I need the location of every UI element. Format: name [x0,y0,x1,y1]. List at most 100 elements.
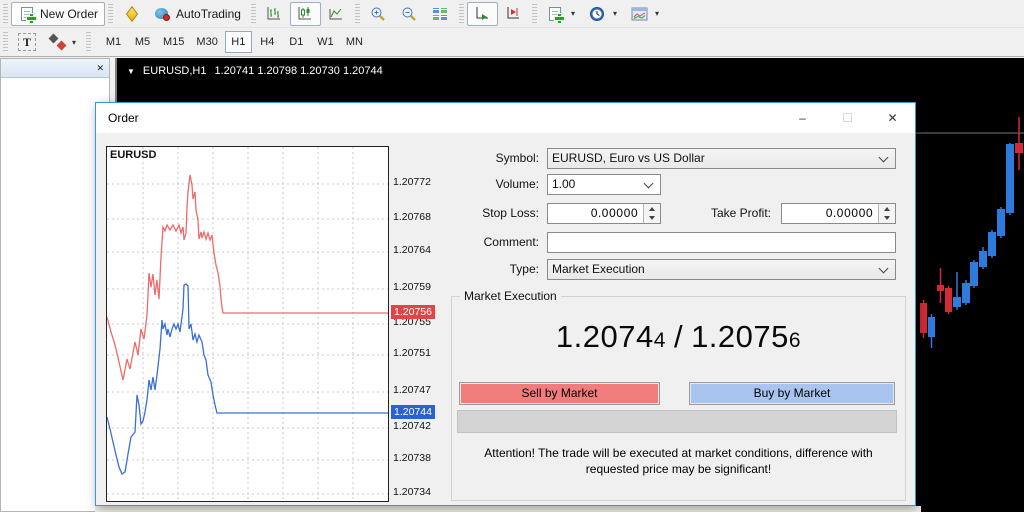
zoom-out-button[interactable] [394,2,425,26]
tick-chart-symbol: EURUSD [110,149,157,161]
timeframe-m30[interactable]: M30 [191,31,222,53]
metatrader-window: New Order AutoTrading ▾ ▾ ▾ T ▾ M1 M5 M1… [0,0,1024,512]
candlestick-button[interactable] [289,1,321,26]
templates-button[interactable]: ▾ [624,2,666,26]
indicators-caret-icon: ▾ [570,9,575,18]
spin-down-icon[interactable] [879,213,895,223]
zoom-in-button[interactable] [363,2,394,26]
line-chart-button[interactable] [321,2,352,26]
chevron-down-icon [878,263,889,274]
dialog-titlebar[interactable]: Order – ☐ ✕ [96,103,915,133]
minimize-button[interactable]: – [780,103,825,133]
timeframe-toolbar: M1 M5 M15 M30 H1 H4 D1 W1 MN [100,31,370,53]
symbol-value: EURUSD, Euro vs US Dollar [552,151,705,165]
price-separator: / [673,319,684,354]
timeframe-m5[interactable]: M5 [129,31,156,53]
tick-chart-price-axis: 1.20772 1.20768 1.20764 1.20759 1.20755 1.207… [391,146,435,502]
order-dialog: Order – ☐ ✕ EURUSD 1.20772 1.20768 1.20764… [95,102,916,506]
metaeditor-button[interactable] [116,2,147,26]
arrows-tool-button[interactable]: ▾ [43,30,83,54]
sell-by-market-button[interactable]: Sell by Market [459,382,660,405]
periods-button[interactable]: ▾ [582,2,624,26]
text-tool-button[interactable]: T [11,30,43,54]
group-title: Market Execution [460,289,561,303]
new-order-label: New Order [40,6,99,21]
attention-text: Attention! The trade will be executed at… [484,446,873,477]
bid-price-last-digit: 4 [653,329,666,352]
autotrading-button[interactable]: AutoTrading [147,2,248,26]
timeframe-d1[interactable]: D1 [283,31,310,53]
take-profit-spinner[interactable] [878,204,895,223]
toolbar-line-studies: T ▾ M1 M5 M15 M30 H1 H4 D1 W1 MN [0,28,1024,57]
stop-loss-value: 0.00000 [590,206,638,220]
indicators-icon [547,6,565,23]
toolbar-grip [86,32,92,52]
ask-price-badge: 1.20756 [391,305,435,319]
tick-lines [106,147,388,501]
axis-price-label: 1.20742 [393,420,431,432]
panel-close-button[interactable]: ✕ [96,63,104,73]
symbol-select[interactable]: EURUSD, Euro vs US Dollar [547,148,896,169]
new-order-icon [18,6,36,23]
arrows-caret-icon: ▾ [72,37,77,47]
toolbar-grip[interactable] [3,3,8,24]
volume-select[interactable]: 1.00 [547,174,661,195]
autotrading-label: AutoTrading [176,6,241,21]
toolbar-grip [354,3,360,24]
templates-caret-icon: ▾ [654,9,659,18]
chart-shift-button[interactable] [498,2,529,26]
axis-price-label: 1.20747 [393,384,431,396]
timeframe-h4[interactable]: H4 [254,31,281,53]
arrows-tool-icon [48,33,67,51]
metaeditor-icon [123,5,140,22]
bid-price: 1.2074 [555,319,654,354]
spin-up-icon[interactable] [879,204,895,214]
timeframe-m15[interactable]: M15 [158,31,189,53]
take-profit-input[interactable]: 0.00000 [781,203,896,224]
ask-price: 1.2075 [691,319,789,354]
ask-price-last-digit: 6 [788,329,802,352]
timeframe-m1[interactable]: M1 [100,31,127,53]
text-tool-icon: T [18,33,36,51]
symbol-label: Symbol: [495,151,539,165]
type-select[interactable]: Market Execution [547,259,896,280]
axis-price-label: 1.20738 [393,452,431,464]
volume-value: 1.00 [552,177,576,191]
bid-price-badge: 1.20744 [391,405,435,419]
buy-by-market-button[interactable]: Buy by Market [689,382,895,405]
bar-chart-icon [266,6,283,22]
comment-input[interactable] [547,232,896,253]
type-value: Market Execution [552,262,645,276]
zoom-out-icon [401,6,418,22]
maximize-button: ☐ [842,111,853,125]
indicators-button[interactable]: ▾ [540,2,582,26]
bar-chart-button[interactable] [259,2,290,26]
take-profit-value: 0.00000 [825,206,873,220]
chevron-down-icon [643,178,654,189]
quote-display: 1.20744 /1.20756 [452,319,905,355]
comment-label: Comment: [483,235,539,249]
toolbar-grip [250,3,256,24]
timeframe-mn[interactable]: MN [341,31,368,53]
autotrading-icon [154,6,171,22]
tile-windows-icon [432,6,449,22]
toolbar-grip [458,3,464,24]
volume-label: Volume: [495,177,539,191]
take-profit-label: Take Profit: [710,206,771,220]
tick-chart[interactable]: EURUSD [106,146,389,502]
new-order-button[interactable]: New Order [11,1,106,26]
axis-price-label: 1.20751 [393,347,431,359]
axis-price-label: 1.20759 [393,281,431,293]
tile-windows-button[interactable] [425,2,456,26]
axis-price-label: 1.20734 [393,486,431,498]
toolbar-standard: New Order AutoTrading ▾ ▾ ▾ [0,0,1024,28]
timeframe-w1[interactable]: W1 [312,31,339,53]
timeframe-h1[interactable]: H1 [224,31,252,53]
execution-progress-bar [457,410,897,433]
auto-scroll-button[interactable] [466,1,498,26]
left-panel-header: ✕ [1,59,109,78]
auto-scroll-icon [474,6,491,22]
type-label: Type: [509,262,539,276]
close-button[interactable]: ✕ [870,103,915,133]
chart-shift-icon [505,6,522,22]
